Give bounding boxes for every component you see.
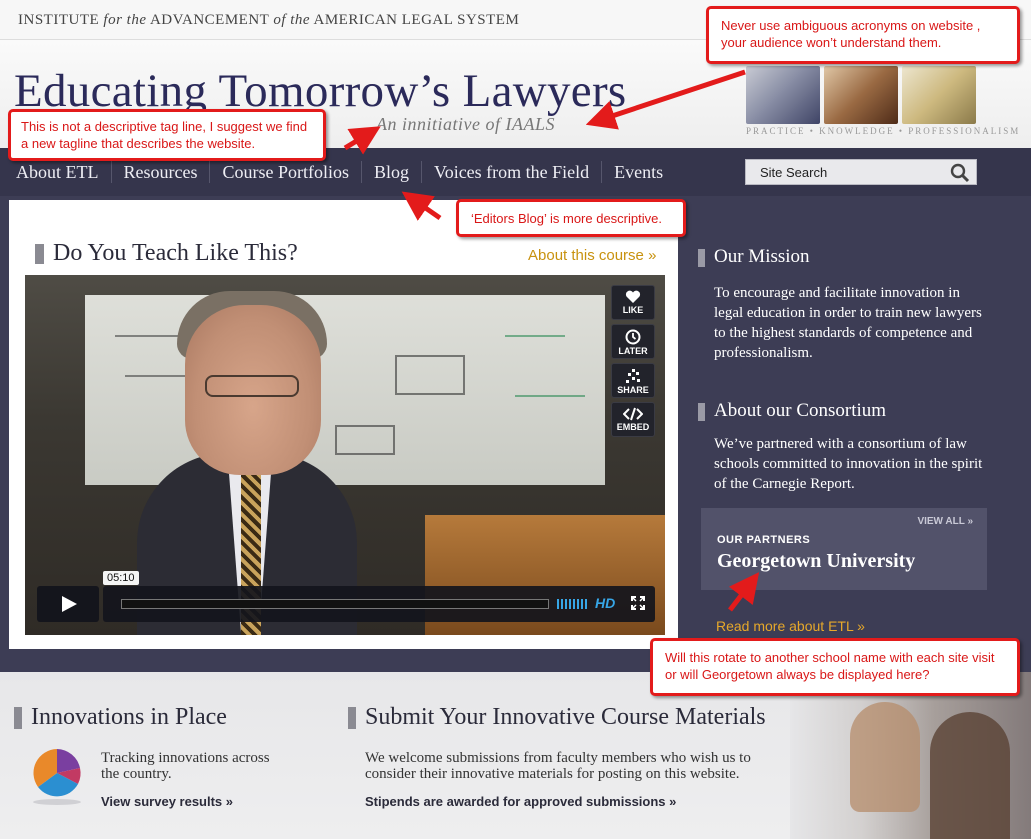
rotate-annotation: Will this rotate to another school name … — [650, 638, 1020, 696]
consortium-heading-text: About our Consortium — [714, 400, 887, 421]
whiteboard-backdrop — [85, 295, 605, 485]
video-progress-bar[interactable] — [121, 599, 549, 609]
course-heading-text: Do You Teach Like This? — [53, 240, 298, 266]
nav-item-course-portfolios[interactable]: Course Portfolios — [209, 161, 361, 183]
tagline-annotation: This is not a descriptive tag line, I su… — [8, 109, 326, 161]
books-image — [824, 66, 898, 124]
whiteboard-scribble — [335, 425, 395, 455]
code-icon — [623, 407, 643, 421]
partners-label: OUR PARTNERS — [717, 534, 811, 546]
hd-toggle[interactable]: HD — [595, 595, 615, 611]
institute-word: AMERICAN LEGAL SYSTEM — [313, 12, 520, 28]
institute-connector: for the — [103, 12, 147, 28]
embed-label: EMBED — [616, 422, 650, 432]
consortium-heading: About our Consortium — [698, 400, 886, 422]
read-more-etl-link[interactable]: Read more about ETL » — [716, 618, 865, 634]
nav-item-blog[interactable]: Blog — [361, 161, 421, 183]
section-marker — [698, 248, 705, 267]
featured-course-panel: Do You Teach Like This? About this cours… — [9, 200, 678, 649]
section-marker — [35, 244, 44, 265]
watch-later-button[interactable]: LATER — [611, 324, 655, 359]
later-label: LATER — [618, 346, 648, 356]
nav-item-voices-from-the-field[interactable]: Voices from the Field — [421, 161, 601, 183]
institute-word: ADVANCEMENT — [149, 12, 270, 28]
innovations-heading-text: Innovations in Place — [31, 704, 227, 730]
embed-button[interactable]: EMBED — [611, 402, 655, 437]
scales-image — [902, 66, 976, 124]
partners-box: VIEW ALL » OUR PARTNERS Georgetown Unive… — [701, 508, 987, 590]
students-photo — [790, 672, 1031, 839]
site-search-input[interactable] — [746, 160, 946, 184]
volume-control[interactable] — [557, 599, 589, 609]
view-all-partners-link[interactable]: VIEW ALL » — [917, 516, 973, 527]
like-label: LIKE — [622, 305, 644, 315]
share-button[interactable]: SHARE — [611, 363, 655, 398]
nav-item-events[interactable]: Events — [601, 161, 675, 183]
share-label: SHARE — [617, 385, 649, 395]
mission-heading: Our Mission — [698, 246, 810, 268]
section-marker — [14, 707, 22, 730]
submit-text: We welcome submissions from faculty memb… — [365, 750, 751, 782]
pie-chart-icon — [33, 749, 81, 805]
view-survey-results-link[interactable]: View survey results » — [101, 794, 233, 809]
blog-annotation: ‘Editors Blog’ is more descriptive. — [456, 199, 686, 237]
whiteboard-scribble — [515, 395, 585, 397]
partner-name[interactable]: Georgetown University — [717, 550, 915, 573]
speaker-glasses — [205, 375, 299, 397]
nav-item-about-etl[interactable]: About ETL — [16, 161, 111, 183]
site-search-box — [745, 159, 977, 185]
play-button[interactable] — [37, 586, 99, 622]
heart-icon — [625, 290, 641, 303]
lower-section: Innovations in Place Tracking innovation… — [0, 672, 1031, 839]
clock-icon — [625, 329, 641, 345]
stipends-link[interactable]: Stipends are awarded for approved submis… — [365, 794, 676, 809]
logo-caption: PRACTICE • KNOWLEDGE • PROFESSIONALISM — [746, 126, 1021, 136]
institute-connector: of the — [273, 12, 311, 28]
institute-name[interactable]: INSTITUTE for the ADVANCEMENT of the AME… — [18, 12, 519, 29]
header-image-tiles — [746, 66, 976, 124]
submit-heading: Submit Your Innovative Course Materials — [348, 704, 766, 731]
consortium-text: We’ve partnered with a consortium of law… — [714, 436, 983, 492]
course-heading: Do You Teach Like This? — [35, 240, 298, 267]
mission-heading-text: Our Mission — [714, 246, 810, 267]
play-icon — [62, 596, 77, 612]
search-icon[interactable] — [950, 163, 970, 183]
gavel-image — [746, 66, 820, 124]
video-controls: 05:10 HD — [37, 571, 655, 622]
innovations-heading: Innovations in Place — [14, 704, 227, 731]
acronym-annotation: Never use ambiguous acronyms on website … — [706, 6, 1020, 64]
video-player[interactable]: LIKE LATER SHARE EMBED 05:10 HD — [25, 275, 665, 635]
about-course-link[interactable]: About this course » — [528, 247, 656, 264]
nav-item-resources[interactable]: Resources — [110, 161, 210, 183]
site-tagline: An innitiative of IAALS — [376, 114, 555, 134]
student-figure — [930, 712, 1010, 839]
institute-word: INSTITUTE — [18, 12, 100, 28]
student-figure — [850, 702, 920, 812]
section-marker — [348, 707, 356, 730]
whiteboard-scribble — [505, 335, 565, 337]
like-button[interactable]: LIKE — [611, 285, 655, 320]
fullscreen-icon[interactable] — [631, 596, 645, 610]
mission-text: To encourage and facilitate innovation i… — [714, 285, 982, 361]
sidebar: Our Mission To encourage and facilitate … — [698, 196, 998, 666]
submit-heading-text: Submit Your Innovative Course Materials — [365, 704, 766, 730]
video-timecode: 05:10 — [103, 571, 139, 585]
whiteboard-scribble — [395, 355, 465, 395]
section-marker — [698, 402, 705, 421]
share-icon — [626, 369, 640, 383]
innovations-text: Tracking innovations across the country. — [101, 750, 270, 782]
